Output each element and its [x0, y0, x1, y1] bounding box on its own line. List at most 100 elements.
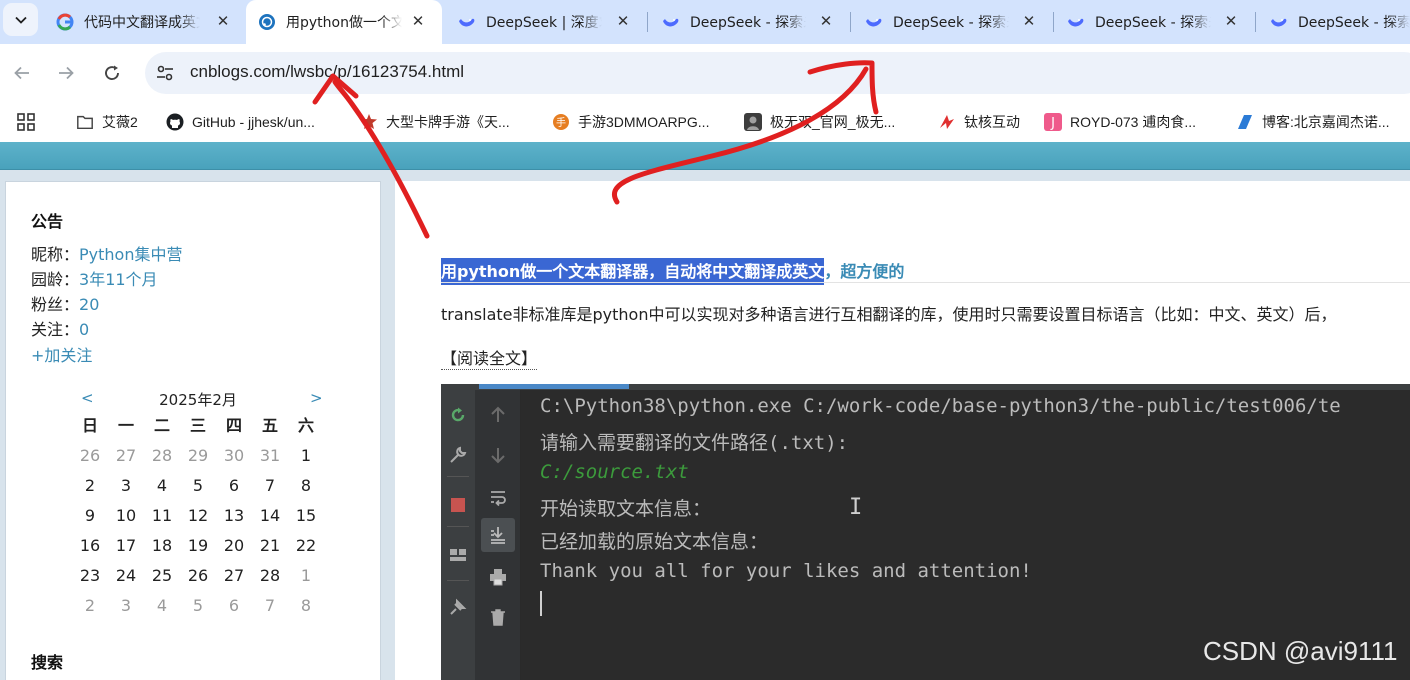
url-text[interactable]: cnblogs.com/lwsbc/p/16123754.html — [190, 62, 464, 82]
apps-grid-icon — [17, 113, 35, 131]
bookmark-label: ROYD-073 逋肉食... — [1070, 114, 1197, 130]
bookmark-item[interactable]: 博客:北京嘉闻杰诺... — [1236, 111, 1390, 133]
close-icon[interactable]: ✕ — [408, 11, 428, 31]
arrow-left-icon — [14, 66, 29, 80]
trash-icon[interactable] — [485, 604, 511, 630]
github-icon — [166, 113, 184, 131]
tab-title: DeepSeek - 探索未至之境 — [1298, 15, 1410, 31]
svg-text:手: 手 — [556, 116, 566, 129]
profile-label: 昵称： — [31, 245, 80, 264]
calendar-header: 2025年2月 < > — [72, 387, 324, 411]
calendar-day: 12 — [187, 506, 209, 525]
close-icon[interactable]: ✕ — [1221, 11, 1241, 31]
bookmark-item[interactable]: 钛核互动 — [938, 111, 1020, 133]
tab-google[interactable]: 代码中文翻译成英文 ✕ — [42, 0, 247, 44]
reload-button[interactable] — [96, 57, 128, 89]
tab-search-button[interactable] — [3, 3, 38, 36]
console-line: C:\Python38\python.exe C:/work-code/base… — [540, 395, 1341, 417]
profile-label: 园龄： — [31, 270, 80, 289]
tab-cnblogs[interactable]: 用python做一个文本翻译器 ✕ — [246, 0, 442, 44]
deepseek-icon — [1270, 13, 1288, 31]
site-settings-icon[interactable] — [155, 63, 175, 83]
arrow-down-icon[interactable] — [485, 442, 511, 468]
calendar-prev-button[interactable]: < — [81, 389, 94, 407]
calendar-day: 4 — [156, 476, 168, 495]
tab-title: DeepSeek | 深度求索 — [486, 15, 602, 31]
tab-deepseek-5[interactable]: DeepSeek - 探索未至之境 — [1256, 0, 1410, 44]
calendar-day: 14 — [259, 506, 281, 525]
calendar-day: 15 — [295, 506, 317, 525]
tab-deepseek-3[interactable]: DeepSeek - 探索未至之境 ✕ — [851, 0, 1054, 44]
blog-icon — [1236, 113, 1254, 131]
tab-title: DeepSeek - 探索未至之境 — [893, 15, 1009, 31]
print-icon[interactable] — [485, 564, 511, 590]
tab-strip: 代码中文翻译成英文 ✕ 用python做一个文本翻译器 ✕ DeepSeek |… — [0, 0, 1410, 44]
bookmark-item[interactable]: 大型卡牌手游《天... — [360, 111, 510, 133]
chevron-down-icon — [14, 16, 27, 24]
layout-icon[interactable] — [445, 542, 471, 568]
address-bar[interactable]: cnblogs.com/lwsbc/p/16123754.html — [145, 52, 1410, 94]
calendar-day: 5 — [192, 596, 204, 615]
tab-deepseek-4[interactable]: DeepSeek - 探索未至之境 ✕ — [1053, 0, 1256, 44]
post-title-rest[interactable]: ，超方便的 — [824, 262, 904, 281]
bookmark-label: 手游3DMMOARPG... — [578, 114, 710, 130]
calendar-day: 21 — [259, 536, 281, 555]
csdn-watermark: CSDN @avi9111 — [1203, 636, 1398, 666]
close-icon[interactable]: ✕ — [816, 11, 836, 31]
read-more-link[interactable]: 【阅读全文】 — [441, 345, 538, 370]
bookmark-label: GitHub - jjhesk/un... — [192, 114, 315, 130]
tab-deepseek-2[interactable]: DeepSeek - 探索未至之境 ✕ — [648, 0, 851, 44]
deepseek-icon — [458, 13, 476, 31]
post-title-highlighted[interactable]: 用python做一个文本翻译器，自动将中文翻译成英文 — [441, 258, 825, 285]
calendar-day: 26 — [79, 446, 101, 465]
post-summary: translate非标准库是python中可以实现对多种语言进行互相翻译的库，使… — [441, 305, 1337, 324]
profile-value-link[interactable]: 0 — [79, 320, 89, 339]
calendar-day: 1 — [300, 566, 312, 585]
calendar-day: 16 — [79, 536, 101, 555]
follow-button[interactable]: +加关注 — [31, 342, 92, 366]
titanium-icon — [938, 113, 956, 131]
pin-icon[interactable] — [445, 594, 471, 620]
console-input-line: C:/source.txt — [540, 461, 689, 483]
stop-icon[interactable] — [445, 492, 471, 518]
calendar-day: 31 — [259, 446, 281, 465]
close-icon[interactable]: ✕ — [1019, 11, 1039, 31]
rerun-icon[interactable] — [445, 402, 471, 428]
profile-value-link[interactable]: 3年11个月 — [79, 270, 158, 289]
back-button[interactable] — [6, 57, 38, 89]
bookmark-item[interactable]: 极无双_官网_极无... — [744, 111, 895, 133]
profile-label: 关注： — [31, 320, 80, 339]
profile-value-link[interactable]: Python集中营 — [79, 245, 182, 264]
scroll-to-end-icon[interactable] — [481, 518, 515, 552]
sidebar: 公告 昵称：Python集中营 园龄：3年11个月 粉丝：20 关注：0 +加关… — [5, 181, 381, 680]
calendar-day: 22 — [295, 536, 317, 555]
bookmark-item[interactable]: GitHub - jjhesk/un... — [166, 111, 315, 133]
cnblogs-icon — [258, 13, 276, 31]
toolbar-divider — [447, 526, 469, 527]
tab-deepseek-1[interactable]: DeepSeek | 深度求索 ✕ — [444, 0, 648, 44]
calendar-day: 20 — [223, 536, 245, 555]
title-divider — [441, 282, 1410, 283]
apps-button[interactable] — [16, 111, 36, 133]
post-title[interactable]: 用python做一个文本翻译器，自动将中文翻译成英文，超方便的 — [441, 258, 904, 285]
arrow-up-icon[interactable] — [485, 402, 511, 428]
weekday-label: 四 — [225, 416, 242, 435]
calendar-day: 25 — [151, 566, 173, 585]
calendar-day: 2 — [84, 476, 96, 495]
bookmark-item[interactable]: 手 手游3DMMOARPG... — [552, 111, 709, 133]
calendar-next-button[interactable]: > — [310, 389, 323, 407]
bookmark-item[interactable]: 艾薇2 — [76, 111, 138, 133]
forward-button[interactable] — [50, 57, 82, 89]
profile-value-link[interactable]: 20 — [79, 295, 99, 314]
profile-following: 关注：0 — [31, 316, 89, 340]
tab-title: DeepSeek - 探索未至之境 — [1095, 15, 1211, 31]
soft-wrap-icon[interactable] — [485, 484, 511, 510]
wrench-icon[interactable] — [445, 442, 471, 468]
toolbar-divider — [447, 476, 469, 477]
close-icon[interactable]: ✕ — [613, 11, 633, 31]
close-icon[interactable]: ✕ — [213, 11, 233, 31]
bookmark-item[interactable]: J ROYD-073 逋肉食... — [1044, 111, 1196, 133]
calendar-day: 28 — [151, 446, 173, 465]
calendar-day: 2 — [84, 596, 96, 615]
game-icon — [360, 113, 378, 131]
